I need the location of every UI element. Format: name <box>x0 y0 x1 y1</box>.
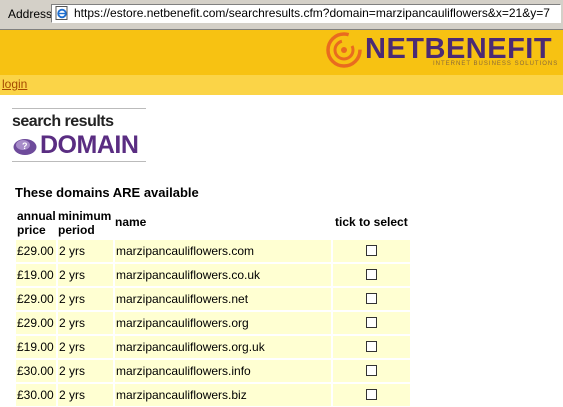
search-results-heading: search results ? DOMAIN <box>12 108 147 166</box>
col-header-price-line2: price <box>17 223 46 237</box>
page-title: search results <box>12 113 114 130</box>
availability-heading: These domains ARE available <box>15 185 199 200</box>
select-checkbox[interactable] <box>366 389 377 400</box>
domain-name-cell: marzipancauliflowers.org <box>115 312 331 334</box>
period-cell: 2 yrs <box>58 312 113 334</box>
col-header-price: annual price <box>17 209 56 237</box>
select-checkbox[interactable] <box>366 245 377 256</box>
tick-cell <box>333 312 410 334</box>
table-row: £29.00 2 yrs marzipancauliflowers.org <box>16 312 410 334</box>
swirl-logo-icon <box>326 32 362 68</box>
price-cell: £29.00 <box>16 288 56 310</box>
period-cell: 2 yrs <box>58 264 113 286</box>
price-cell: £30.00 <box>16 360 56 382</box>
tick-cell <box>333 336 410 358</box>
domain-name-cell: marzipancauliflowers.biz <box>115 384 331 406</box>
select-checkbox[interactable] <box>366 365 377 376</box>
page-subtitle: DOMAIN <box>40 131 139 159</box>
tick-cell <box>333 384 410 406</box>
domain-name-cell: marzipancauliflowers.co.uk <box>115 264 331 286</box>
address-bar: Address https://estore.netbenefit.com/se… <box>0 0 563 30</box>
select-checkbox[interactable] <box>366 269 377 280</box>
svg-text:?: ? <box>22 141 28 151</box>
table-row: £19.00 2 yrs marzipancauliflowers.org.uk <box>16 336 410 358</box>
price-cell: £19.00 <box>16 336 56 358</box>
domain-name-cell: marzipancauliflowers.net <box>115 288 331 310</box>
login-link[interactable]: login <box>2 77 27 91</box>
domain-name-cell: marzipancauliflowers.org.uk <box>115 336 331 358</box>
period-cell: 2 yrs <box>58 240 113 262</box>
site-header: NETBENEFIT INTERNET BUSINESS SOLUTIONS <box>0 30 563 75</box>
page-icon <box>55 6 68 20</box>
heading-top-rule <box>12 108 146 109</box>
period-cell: 2 yrs <box>58 360 113 382</box>
table-row: £29.00 2 yrs marzipancauliflowers.com <box>16 240 410 262</box>
price-cell: £29.00 <box>16 240 56 262</box>
col-header-period: minimum period <box>58 209 111 237</box>
table-row: £30.00 2 yrs marzipancauliflowers.biz <box>16 384 410 406</box>
tick-cell <box>333 288 410 310</box>
domain-name-cell: marzipancauliflowers.info <box>115 360 331 382</box>
heading-bottom-rule <box>12 161 146 162</box>
table-row: £29.00 2 yrs marzipancauliflowers.net <box>16 288 410 310</box>
login-bar: login <box>0 75 563 95</box>
address-label: Address <box>8 7 53 21</box>
question-icon: ? <box>13 139 37 155</box>
select-checkbox[interactable] <box>366 341 377 352</box>
address-url: https://estore.netbenefit.com/searchresu… <box>74 6 550 20</box>
address-input[interactable]: https://estore.netbenefit.com/searchresu… <box>51 4 561 23</box>
table-row: £30.00 2 yrs marzipancauliflowers.info <box>16 360 410 382</box>
period-cell: 2 yrs <box>58 336 113 358</box>
tick-cell <box>333 360 410 382</box>
tick-cell <box>333 240 410 262</box>
price-cell: £30.00 <box>16 384 56 406</box>
col-header-price-line1: annual <box>17 209 56 223</box>
table-row: £19.00 2 yrs marzipancauliflowers.co.uk <box>16 264 410 286</box>
col-header-name: name <box>115 215 147 229</box>
select-checkbox[interactable] <box>366 317 377 328</box>
period-cell: 2 yrs <box>58 288 113 310</box>
col-header-period-line2: period <box>58 223 95 237</box>
netbenefit-logo[interactable]: NETBENEFIT INTERNET BUSINESS SOLUTIONS <box>325 31 563 75</box>
price-cell: £19.00 <box>16 264 56 286</box>
brand-tagline: INTERNET BUSINESS SOLUTIONS <box>433 61 559 67</box>
tick-cell <box>333 264 410 286</box>
col-header-period-line1: minimum <box>58 209 112 223</box>
period-cell: 2 yrs <box>58 384 113 406</box>
select-checkbox[interactable] <box>366 293 377 304</box>
col-header-tick: tick to select <box>335 215 408 229</box>
domain-name-cell: marzipancauliflowers.com <box>115 240 331 262</box>
price-cell: £29.00 <box>16 312 56 334</box>
